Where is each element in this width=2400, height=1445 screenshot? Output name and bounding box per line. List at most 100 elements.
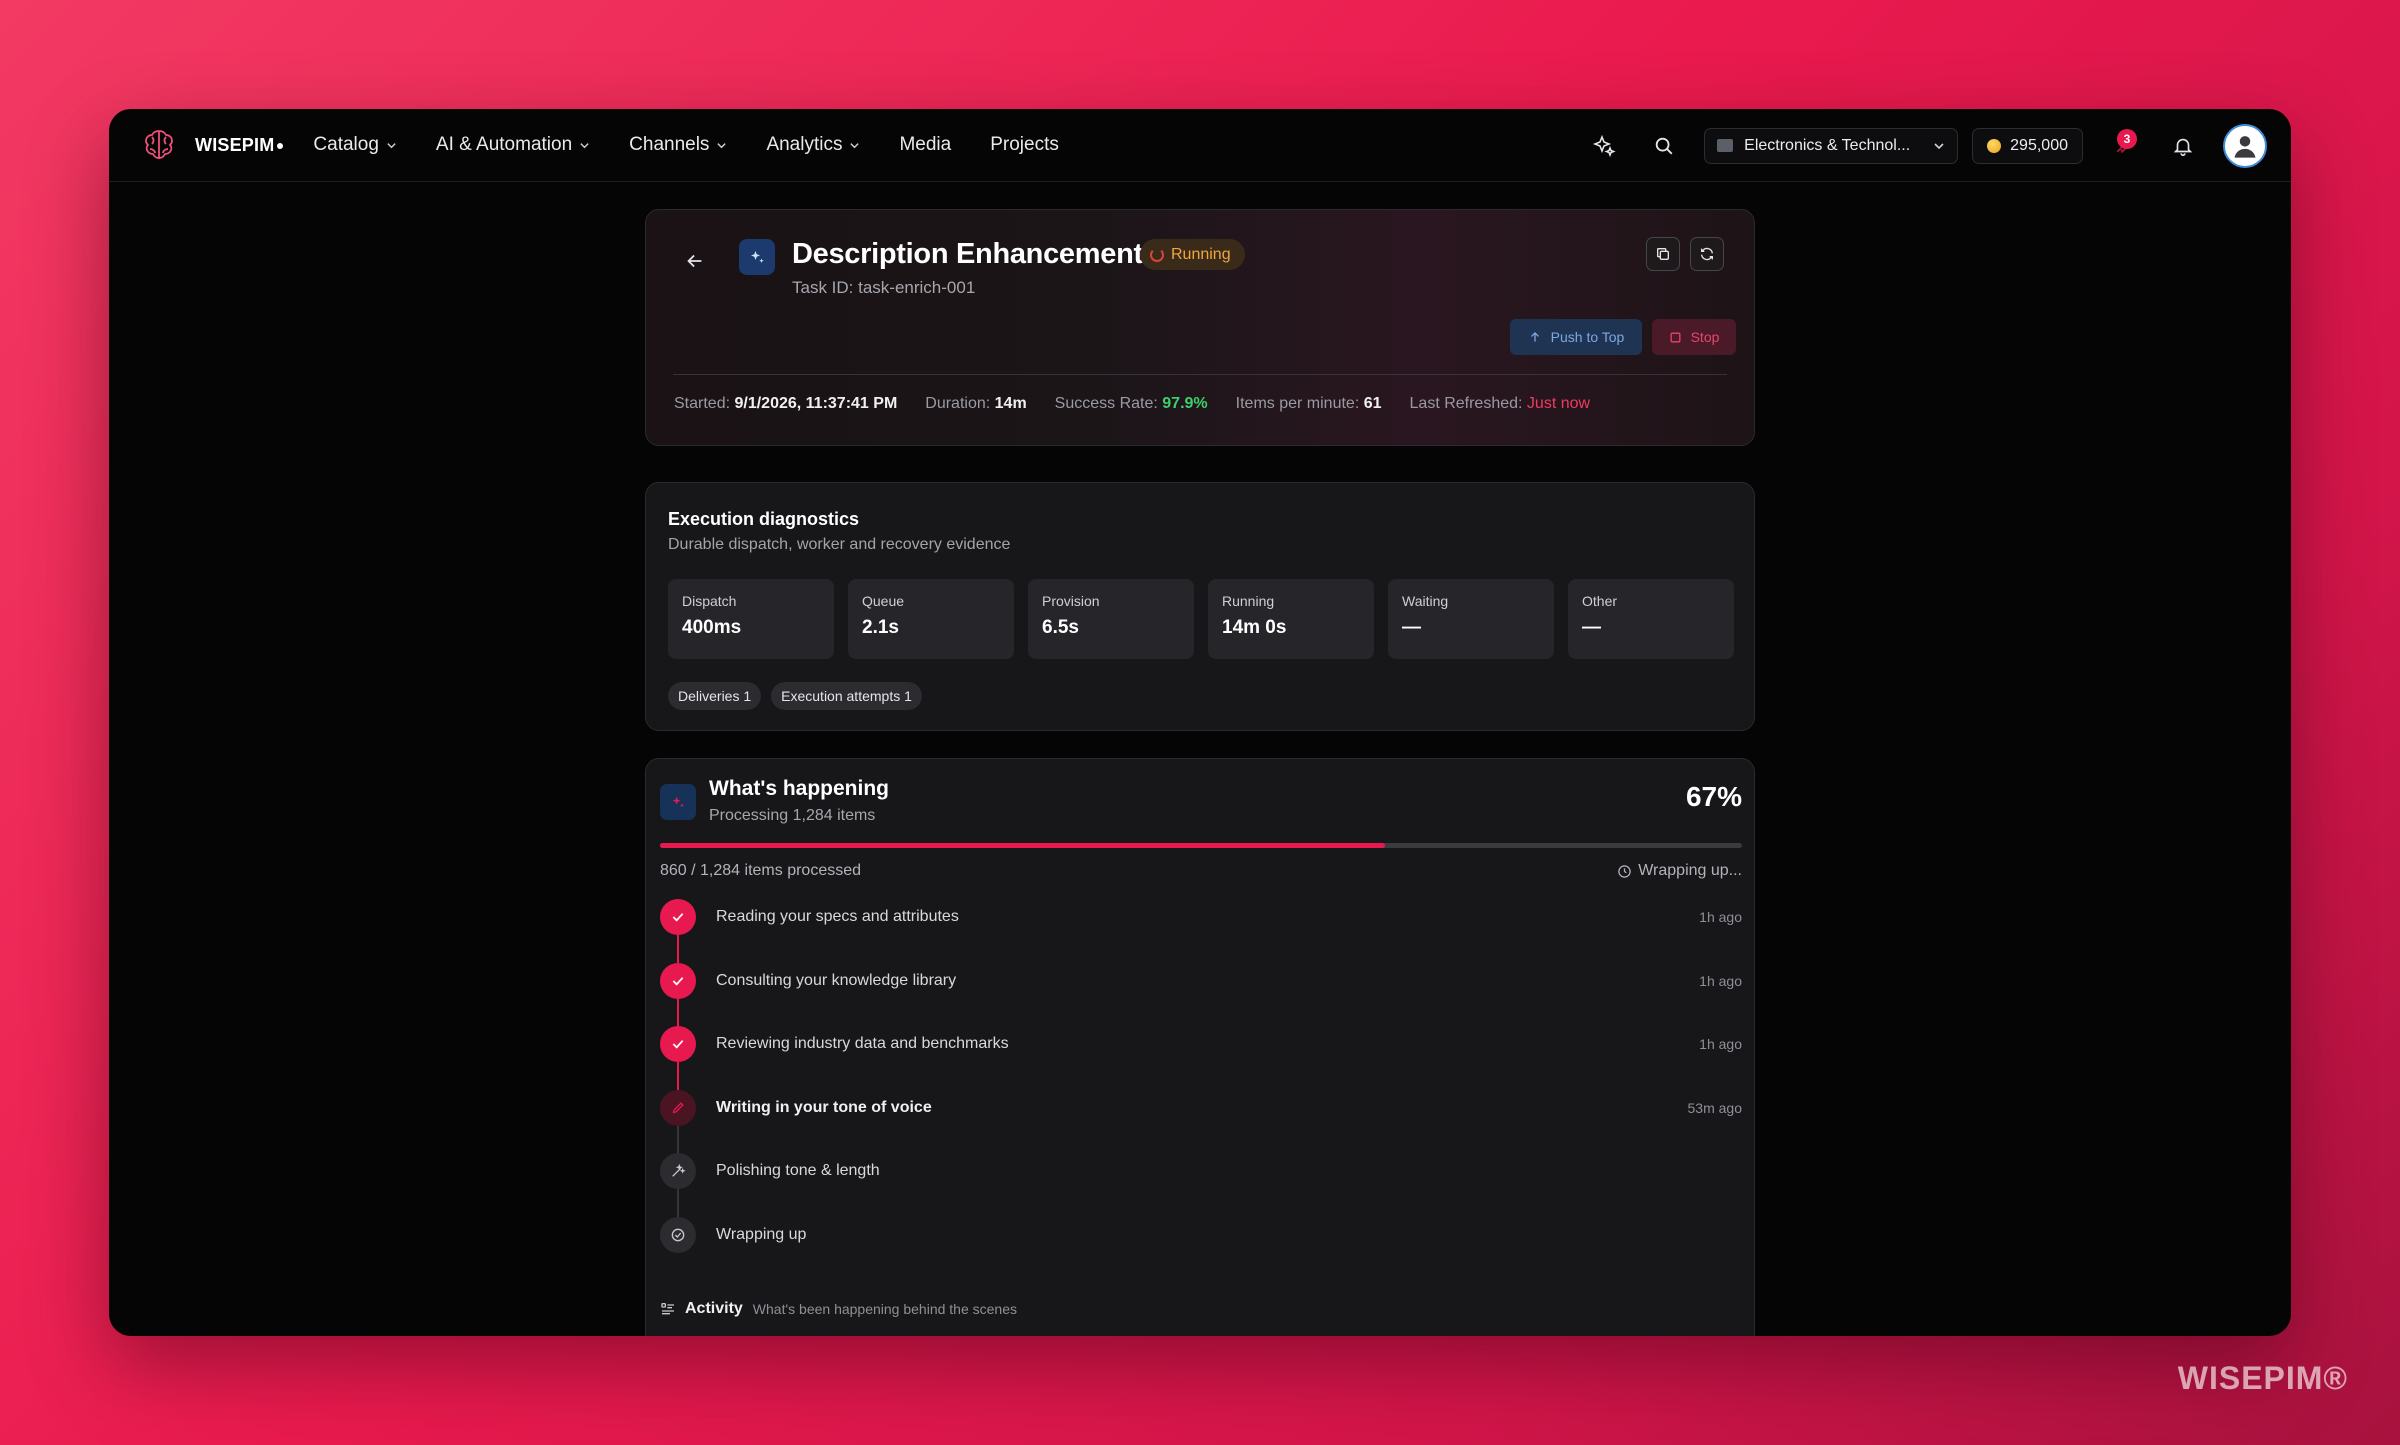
top-navbar: WISEPIM Catalog AI & Automation Channels… [109,109,2291,182]
step-label: Reviewing industry data and benchmarks [716,1035,1009,1052]
execution-diagnostics-card: Execution diagnostics Durable dispatch, … [645,482,1755,731]
clock-icon [1618,864,1631,878]
search-button[interactable] [1644,126,1684,166]
task-id: Task ID: task-enrich-001 [792,278,976,297]
metric-waiting: Waiting — [1388,579,1554,659]
step-item: Consulting your knowledge library 1h ago [660,962,1742,1027]
credits-value: 295,000 [2010,136,2068,154]
metrics-row: Dispatch 400ms Queue 2.1s Provision 6.5s Ru… [668,579,1734,659]
chevron-down-icon [580,142,589,148]
step-time: 1h ago [1699,909,1742,925]
sparkles-icon [1593,134,1616,157]
status-label: Running [1171,245,1231,263]
check-circle-icon [660,1216,696,1253]
divider [673,374,1727,375]
arrow-up-icon [1530,332,1539,342]
brain-logo-icon[interactable] [137,123,181,167]
progress-bar [660,843,1742,848]
step-label: Consulting your knowledge library [716,971,957,989]
metric-other: Other — [1568,579,1734,659]
credits-balance[interactable]: 295,000 [1972,127,2083,164]
check-icon [660,962,696,999]
items-processed-text: 860 / 1,284 items processed [660,862,862,879]
activity-list-icon [661,1303,674,1315]
copy-icon [1657,248,1669,260]
section-title: Execution diagnostics [668,509,860,529]
step-label: Wrapping up [716,1225,807,1243]
workspace-selector[interactable]: Electronics & Technol... [1704,127,1959,164]
step-label: Polishing tone & length [716,1162,880,1179]
metric-queue: Queue 2.1s [848,579,1014,659]
step-item: Reviewing industry data and benchmarks 1… [660,1026,1742,1090]
metric-provision: Provision 6.5s [1028,579,1194,659]
step-item: Reading your specs and attributes 1h ago [660,899,1742,963]
chevron-down-icon [1934,142,1944,149]
brand-name[interactable]: WISEPIM [195,135,284,156]
check-icon [660,1026,696,1062]
menu-projects[interactable]: Projects [990,134,1059,156]
section-subtitle: Processing 1,284 items [709,807,876,824]
copy-button[interactable] [1646,237,1680,271]
task-title: Description Enhancement [792,238,1143,270]
timeline-connector [677,1062,679,1090]
main-content: Description Enhancement Running Task ID:… [645,209,1755,1336]
search-icon [1655,137,1673,154]
user-icon [2234,135,2256,158]
timeline-connector [677,935,679,963]
steps-timeline: Reading your specs and attributes 1h ago… [660,899,1742,1280]
activity-subtitle: What's been happening behind the scenes [752,1301,1017,1317]
timeline-connector [677,998,679,1027]
step-time: 53m ago [1687,1099,1742,1116]
menu-catalog[interactable]: Catalog [313,134,397,156]
stat-last-refreshed: Last Refreshed: Just now [1409,395,1591,412]
watermark-logo: WISEPIM® [2177,1360,2348,1396]
ai-sparkles-button[interactable] [1584,126,1624,166]
refresh-icon [1701,247,1713,261]
menu-media[interactable]: Media [899,134,951,156]
progress-percent: 67% [1685,781,1742,812]
notification-count-badge: 3 [2117,128,2137,149]
chevron-down-icon [717,142,727,148]
coin-icon [1987,138,2002,153]
activity-header[interactable]: Activity What's been happening behind th… [660,1300,1017,1318]
check-icon [660,899,696,935]
alerts-button[interactable]: 3 [2103,126,2143,166]
timeline-connector [677,1125,679,1154]
section-subtitle: Durable dispatch, worker and recovery ev… [668,536,1011,553]
metric-running: Running 14m 0s [1208,579,1374,659]
stop-square-icon [1670,332,1681,342]
app-window: WISEPIM Catalog AI & Automation Channels… [109,109,2291,1336]
stop-button[interactable]: Stop [1652,319,1736,355]
workspace-label: Electronics & Technol... [1744,136,1911,154]
task-header-card: Description Enhancement Running Task ID:… [645,209,1755,446]
chips-row: Deliveries 1 Execution attempts 1 [668,682,932,710]
chevron-down-icon [387,142,396,148]
user-avatar[interactable] [2223,123,2267,168]
step-item: Polishing tone & length [660,1153,1742,1217]
sparkles-task-icon [739,239,775,275]
step-time: 1h ago [1699,1036,1742,1052]
menu-channels[interactable]: Channels [629,134,727,156]
back-button[interactable] [684,250,706,272]
stat-duration: Duration: 14m [925,395,1027,412]
menu-analytics[interactable]: Analytics [766,134,860,156]
brand-dot [277,142,284,149]
chevron-down-icon [850,142,860,148]
chip-execution-attempts: Execution attempts 1 [771,682,922,710]
push-to-top-button[interactable]: Push to Top [1510,319,1642,355]
notifications-button[interactable] [2163,126,2203,166]
chip-deliveries: Deliveries 1 [668,682,762,710]
refresh-button[interactable] [1690,237,1724,271]
magic-wand-icon [660,1153,696,1189]
metric-dispatch: Dispatch 400ms [668,579,834,659]
activity-title: Activity [685,1300,743,1317]
step-item: Wrapping up [660,1216,1742,1281]
step-item: Writing in your tone of voice 53m ago [660,1089,1742,1154]
step-time: 1h ago [1699,972,1742,989]
menu-ai-automation[interactable]: AI & Automation [436,134,590,156]
status-text: Wrapping up... [1617,862,1742,880]
stat-started: Started: 9/1/2026, 11:37:41 PM [674,395,898,412]
pen-icon [660,1089,696,1126]
folder-icon [1717,139,1734,152]
progress-bar-fill [660,843,1385,848]
